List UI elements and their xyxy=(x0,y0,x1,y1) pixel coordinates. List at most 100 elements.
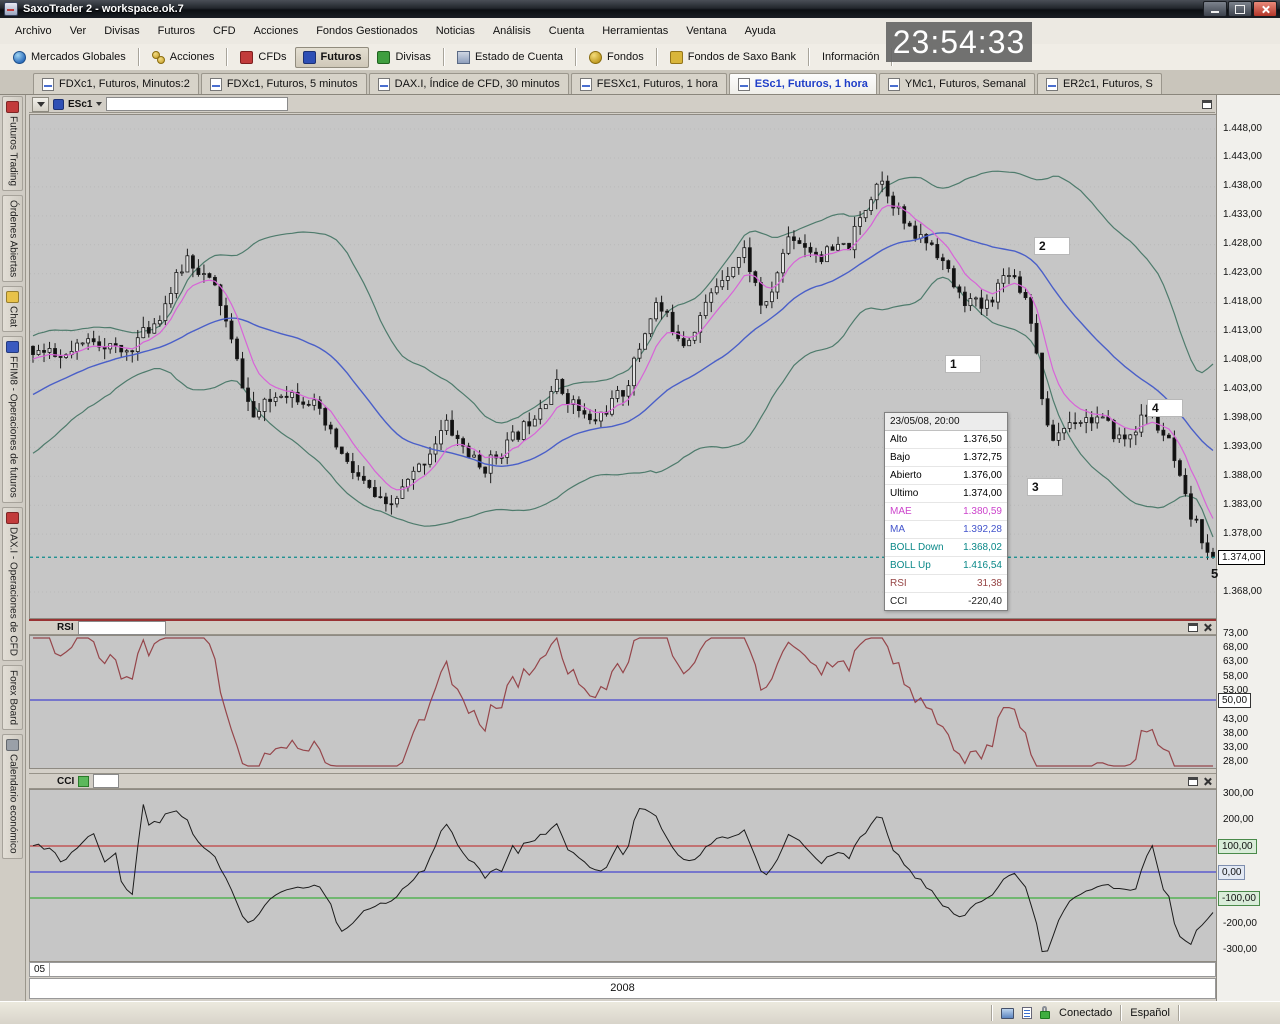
annotation-3: 3 xyxy=(1028,479,1062,495)
futuros-button[interactable]: Futuros xyxy=(295,47,370,68)
restore-window-icon[interactable] xyxy=(1202,100,1212,109)
cci-label: CCI xyxy=(57,776,74,787)
row-value: 1.374,00 xyxy=(963,485,1002,502)
axis-tick-label: 38,00 xyxy=(1220,727,1251,740)
axis-tick-label: 28,00 xyxy=(1220,755,1251,768)
data-window-row: BOLL Up1.416,54 xyxy=(885,557,1007,575)
divisas-button[interactable]: Divisas xyxy=(369,47,438,68)
globe-icon xyxy=(13,51,26,64)
tab-label: FDXc1, Futuros, 5 minutos xyxy=(227,78,358,90)
menu-ayuda[interactable]: Ayuda xyxy=(736,21,785,41)
menu-futuros[interactable]: Futuros xyxy=(149,21,204,41)
tab-label: DAX.I, Índice de CFD, 30 minutos xyxy=(395,78,560,90)
title-bar: SaxoTrader 2 - workspace.ok.7 xyxy=(0,0,1280,18)
data-window-row: CCI-220,40 xyxy=(885,593,1007,610)
sidebar-item-ordenes-abiertas[interactable]: Órdenes Abiertas xyxy=(2,195,23,282)
tab-fesxc1-1hora[interactable]: FESXc1, Futuros, 1 hora xyxy=(571,73,727,94)
cci-restore-icon[interactable] xyxy=(1188,777,1198,786)
cfds-button[interactable]: CFDs xyxy=(232,47,294,68)
tab-er2c1[interactable]: ER2c1, Futuros, S xyxy=(1037,73,1162,94)
menu-noticias[interactable]: Noticias xyxy=(427,21,484,41)
row-value: 1.376,00 xyxy=(963,467,1002,484)
menu-fondos-gestionados[interactable]: Fondos Gestionados xyxy=(307,21,427,41)
chart-window: ESc1 RSI CCI 05 2008 1.448,001.443,001.4… xyxy=(25,94,1280,1002)
menu-bar: Archivo Ver Divisas Futuros CFD Acciones… xyxy=(0,18,1280,45)
chart-tab-icon xyxy=(580,78,592,91)
tab-label: YMc1, Futuros, Semanal xyxy=(905,78,1026,90)
tab-daxi-30minutos[interactable]: DAX.I, Índice de CFD, 30 minutos xyxy=(369,73,569,94)
symbol-label[interactable]: ESc1 xyxy=(68,99,92,110)
data-window-row: Ultimo1.374,00 xyxy=(885,485,1007,503)
chart-toolbar-input[interactable] xyxy=(106,97,288,111)
tab-fdxc1-minutos2[interactable]: FDXc1, Futuros, Minutos:2 xyxy=(33,73,199,94)
axis-tick-label: 1.418,00 xyxy=(1220,295,1265,308)
toolbar-separator xyxy=(443,48,445,66)
maximize-button[interactable] xyxy=(1228,1,1252,17)
menu-analisis[interactable]: Análisis xyxy=(484,21,540,41)
axis-tick-label: 63,00 xyxy=(1220,655,1251,668)
sidebar-item-chat[interactable]: Chat xyxy=(2,286,23,332)
fondos-button[interactable]: Fondos xyxy=(581,47,652,68)
row-value: 1.372,75 xyxy=(963,449,1002,466)
divisas-label: Divisas xyxy=(395,51,430,63)
year-axis: 2008 xyxy=(29,978,1216,999)
sidebar-item-label: Forex Board xyxy=(8,670,18,725)
tab-fdxc1-5minutos[interactable]: FDXc1, Futuros, 5 minutos xyxy=(201,73,367,94)
menu-herramientas[interactable]: Herramientas xyxy=(593,21,677,41)
chart-tab-icon xyxy=(738,78,750,91)
cfd-icon xyxy=(240,51,253,64)
sidebar-item-label: Órdenes Abiertas xyxy=(8,200,18,277)
menu-acciones[interactable]: Acciones xyxy=(245,21,308,41)
rsi-close-icon[interactable] xyxy=(1202,622,1213,633)
sidebar-item-daxi-cfd[interactable]: DAX.I - Operaciones de CFD xyxy=(2,507,23,661)
chart-header: ESc1 xyxy=(29,96,1215,113)
cci-input[interactable] xyxy=(93,774,119,788)
cci-indicator-chart[interactable] xyxy=(29,789,1218,962)
language-label[interactable]: Español xyxy=(1130,1007,1170,1019)
menu-divisas[interactable]: Divisas xyxy=(95,21,148,41)
mercados-globales-button[interactable]: Mercados Globales xyxy=(5,47,134,68)
time-axis[interactable]: 05 xyxy=(29,962,1216,977)
minimize-button[interactable] xyxy=(1203,1,1227,17)
menu-cfd[interactable]: CFD xyxy=(204,21,245,41)
tab-label: ESc1, Futuros, 1 hora xyxy=(755,78,868,90)
chart-tab-strip: FDXc1, Futuros, Minutos:2 FDXc1, Futuros… xyxy=(0,70,1280,95)
monitor-icon[interactable] xyxy=(1001,1008,1014,1019)
tab-label: ER2c1, Futuros, S xyxy=(1063,78,1153,90)
sidebar-item-forex-board[interactable]: Forex Board xyxy=(2,665,23,730)
menu-cuenta[interactable]: Cuenta xyxy=(540,21,593,41)
symbol-chevron-down-icon[interactable] xyxy=(96,102,102,106)
log-icon[interactable] xyxy=(1022,1007,1032,1019)
rsi-restore-icon[interactable] xyxy=(1188,623,1198,632)
sidebar-item-ffim8[interactable]: FFIM8 - Operaciones de futuros xyxy=(2,336,23,503)
toolbar-separator xyxy=(138,48,140,66)
cci-close-icon[interactable] xyxy=(1202,776,1213,787)
chart-tab-icon xyxy=(888,78,900,91)
window-controls xyxy=(1202,1,1277,17)
menu-archivo[interactable]: Archivo xyxy=(6,21,61,41)
calendar-icon xyxy=(6,739,19,751)
row-label: CCI xyxy=(890,593,907,610)
menu-ventana[interactable]: Ventana xyxy=(677,21,735,41)
price-axis[interactable]: 1.448,001.443,001.438,001.433,001.428,00… xyxy=(1216,94,1280,1002)
lock-icon[interactable] xyxy=(1040,1006,1051,1020)
sidebar-item-futuros-trading[interactable]: Futuros Trading xyxy=(2,96,23,191)
chart-tab-icon xyxy=(1046,78,1058,91)
estado-de-cuenta-button[interactable]: Estado de Cuenta xyxy=(449,47,571,68)
informacion-button[interactable]: Información xyxy=(814,47,887,67)
row-label: MAE xyxy=(890,503,912,520)
axis-marker-label: 50,00 xyxy=(1218,693,1251,708)
acciones-button[interactable]: Acciones xyxy=(144,47,223,68)
axis-tick-label: 1.383,00 xyxy=(1220,498,1265,511)
rsi-input[interactable] xyxy=(78,621,166,635)
main-price-chart[interactable] xyxy=(29,114,1218,619)
chart-dropdown-button[interactable] xyxy=(32,97,49,112)
tab-ymc1-semanal[interactable]: YMc1, Futuros, Semanal xyxy=(879,73,1035,94)
rsi-indicator-chart[interactable] xyxy=(29,635,1218,769)
close-button[interactable] xyxy=(1253,1,1277,17)
tab-esc1-1hora[interactable]: ESc1, Futuros, 1 hora xyxy=(729,73,877,94)
axis-tick-label: 1.413,00 xyxy=(1220,324,1265,337)
menu-ver[interactable]: Ver xyxy=(61,21,96,41)
fondos-saxo-bank-button[interactable]: Fondos de Saxo Bank xyxy=(662,47,804,68)
sidebar-item-calendario[interactable]: Calendario económico xyxy=(2,734,23,859)
